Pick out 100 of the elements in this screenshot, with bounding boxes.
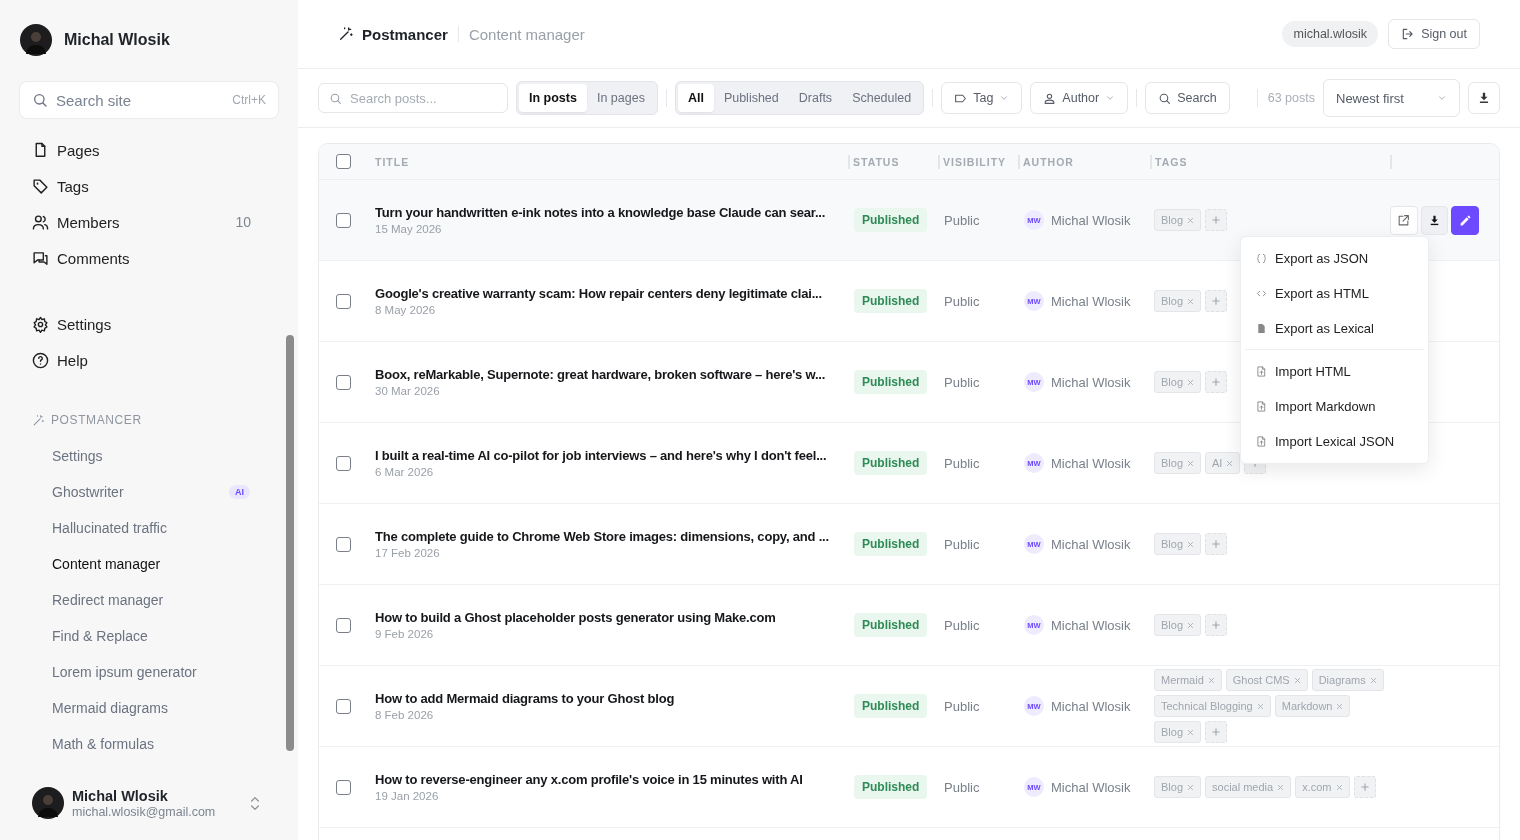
tag-filter[interactable]: Tag <box>941 82 1023 114</box>
menu-item[interactable]: Import Lexical JSON <box>1241 424 1428 459</box>
author-name: Michal Wlosik <box>1051 212 1131 228</box>
row-checkbox[interactable] <box>335 212 351 228</box>
remove-tag-icon[interactable] <box>1187 216 1195 224</box>
sign-out-button[interactable]: Sign out <box>1388 19 1480 49</box>
search-button[interactable]: Search <box>1145 82 1230 114</box>
status-badge: Published <box>854 775 928 799</box>
scope-tab[interactable]: In posts <box>519 84 587 112</box>
post-title[interactable]: Google's creative warranty scam: How repair centers deny legitimate clai... <box>375 286 822 301</box>
row-checkbox[interactable] <box>335 698 351 714</box>
select-all-checkbox[interactable] <box>335 154 351 169</box>
search-field[interactable]: Search site Ctrl+K <box>20 82 278 118</box>
person-icon <box>1043 91 1057 105</box>
post-title[interactable]: I built a real-time AI co-pilot for job interviews – and here's why I don't feel... <box>375 448 827 463</box>
add-tag-button[interactable] <box>1205 290 1228 312</box>
post-title[interactable]: How to reverse-engineer any x.com profile's voice in 15 minutes with AI <box>375 772 803 787</box>
row-checkbox[interactable] <box>335 293 351 309</box>
nav-item[interactable]: Ghostwriter AI <box>20 474 278 510</box>
author-filter[interactable]: Author <box>1030 82 1129 114</box>
post-title[interactable]: How to add Mermaid diagrams to your Ghost blog <box>375 691 675 706</box>
row-checkbox[interactable] <box>335 374 351 390</box>
nav-item[interactable]: Math & formulas <box>20 726 278 762</box>
file-import-icon <box>1256 436 1267 447</box>
post-date: 19 Jan 2026 <box>375 790 439 802</box>
remove-tag-icon[interactable] <box>1277 783 1285 791</box>
nav-item[interactable]: Members 10 <box>20 204 278 240</box>
nav-item[interactable]: Settings <box>20 438 278 474</box>
tag-label: Blog <box>1161 619 1184 631</box>
add-tag-button[interactable] <box>1205 721 1228 743</box>
nav-item[interactable]: Hallucinated traffic <box>20 510 278 546</box>
menu-item[interactable]: Export as HTML <box>1241 276 1428 311</box>
nav-item[interactable]: Tags <box>20 168 278 204</box>
add-tag-button[interactable] <box>1205 209 1228 231</box>
nav-item[interactable]: Pages <box>20 132 278 168</box>
tag-label: AI <box>1212 457 1223 469</box>
visibility-text: Public <box>943 374 980 390</box>
nav-item[interactable]: Comments <box>20 240 278 276</box>
tag-label: Mermaid <box>1161 674 1204 686</box>
chevron-up-down-icon[interactable] <box>250 795 260 811</box>
scope-tab[interactable]: In pages <box>586 84 655 112</box>
remove-tag-icon[interactable] <box>1369 676 1377 684</box>
remove-tag-icon[interactable] <box>1187 621 1195 629</box>
nav-item[interactable]: Help <box>20 342 278 378</box>
row-checkbox[interactable] <box>335 617 351 633</box>
nav-item[interactable]: Redirect manager <box>20 582 278 618</box>
post-date: 15 May 2026 <box>375 223 442 235</box>
chevron-down-icon <box>999 93 1010 103</box>
remove-tag-icon[interactable] <box>1187 378 1195 386</box>
menu-item[interactable]: Import Markdown <box>1241 389 1428 424</box>
nav-item[interactable]: Mermaid diagrams <box>20 690 278 726</box>
column-header: TITLE <box>374 154 411 169</box>
row-checkbox[interactable] <box>335 536 351 552</box>
download-button[interactable] <box>1468 82 1500 114</box>
file-import-icon <box>1256 366 1267 377</box>
column-header: AUTHOR <box>1018 154 1150 169</box>
status-tab[interactable]: Published <box>713 84 789 112</box>
remove-tag-icon[interactable] <box>1187 540 1195 548</box>
status-tab[interactable]: Drafts <box>788 84 843 112</box>
remove-tag-icon[interactable] <box>1256 702 1264 710</box>
remove-tag-icon[interactable] <box>1336 702 1344 710</box>
menu-item[interactable]: Import HTML <box>1241 354 1428 389</box>
post-title[interactable]: Turn your handwritten e-ink notes into a knowledge base Claude can sear... <box>375 205 826 220</box>
remove-tag-icon[interactable] <box>1187 459 1195 467</box>
nav-item[interactable]: Content manager <box>20 546 278 582</box>
remove-tag-icon[interactable] <box>1187 783 1195 791</box>
nav-item[interactable]: Lorem ipsum generator <box>20 654 278 690</box>
document-icon <box>1256 323 1267 334</box>
external-link-icon <box>1397 213 1411 227</box>
remove-tag-icon[interactable] <box>1187 728 1195 736</box>
remove-tag-icon[interactable] <box>1207 676 1215 684</box>
add-tag-button[interactable] <box>1205 371 1228 393</box>
sort-select[interactable]: Newest first <box>1323 79 1460 117</box>
remove-tag-icon[interactable] <box>1335 783 1343 791</box>
post-title[interactable]: The complete guide to Chrome Web Store images: dimensions, copy, and ... <box>375 529 829 544</box>
post-title[interactable]: Boox, reMarkable, Supernote: great hardware, broken software – here's w... <box>375 367 826 382</box>
magic-wand-icon <box>338 26 354 42</box>
status-tab[interactable]: Scheduled <box>842 84 922 112</box>
nav-item[interactable]: Settings <box>20 306 278 342</box>
post-title[interactable]: How to build a Ghost placeholder posts generator using Make.com <box>375 610 776 625</box>
tag-label: Markdown <box>1281 700 1333 712</box>
row-checkbox[interactable] <box>335 779 351 795</box>
pencil-icon <box>1458 213 1472 227</box>
add-tag-button[interactable] <box>1353 776 1376 798</box>
add-tag-button[interactable] <box>1205 533 1228 555</box>
row-checkbox[interactable] <box>335 455 351 471</box>
add-tag-button[interactable] <box>1205 614 1228 636</box>
download-button[interactable] <box>1420 205 1449 235</box>
author-name: Michal Wlosik <box>1051 617 1131 633</box>
tag-label: Blog <box>1161 781 1184 793</box>
edit-button[interactable] <box>1451 205 1479 235</box>
author-name: Michal Wlosik <box>1051 698 1131 714</box>
status-tab[interactable]: All <box>677 84 714 112</box>
remove-tag-icon[interactable] <box>1187 297 1195 305</box>
remove-tag-icon[interactable] <box>1226 459 1234 467</box>
nav-item[interactable]: Find & Replace <box>20 618 278 654</box>
plus-icon <box>1212 378 1221 386</box>
help-icon <box>32 351 49 369</box>
plus-icon <box>1212 540 1221 548</box>
remove-tag-icon[interactable] <box>1293 676 1301 684</box>
